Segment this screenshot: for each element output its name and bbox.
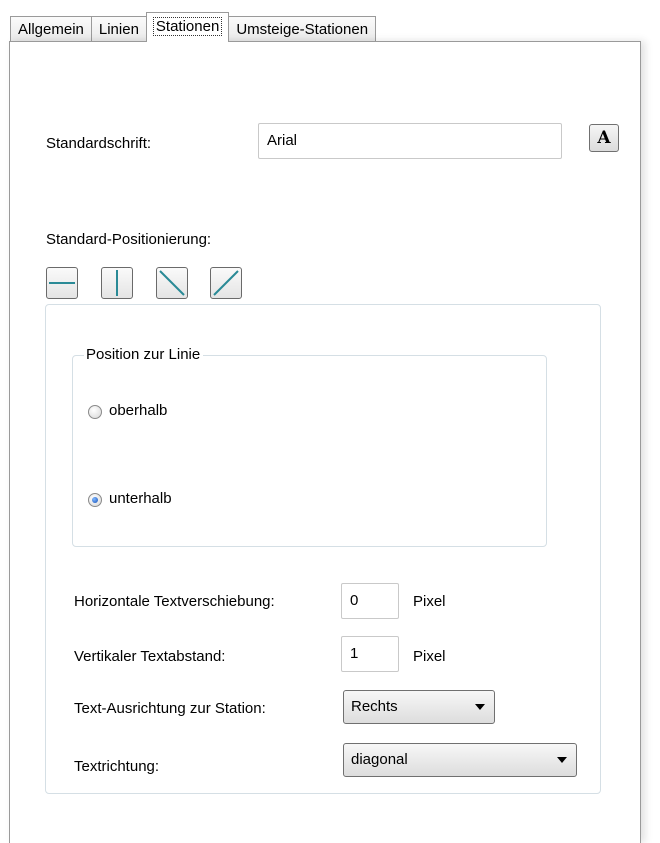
diagonal-down-icon — [159, 270, 185, 296]
radio-unterhalb[interactable] — [88, 493, 102, 507]
text-alignment-select[interactable]: Rechts — [343, 690, 495, 724]
text-direction-label: Textrichtung: — [74, 758, 160, 775]
chevron-down-icon — [475, 704, 485, 710]
tab-strip: Allgemein Linien Stationen Umsteige-Stat… — [10, 10, 377, 42]
tab-allgemein[interactable]: Allgemein — [10, 16, 92, 42]
text-alignment-value: Rechts — [351, 698, 398, 715]
radio-oberhalb[interactable] — [88, 405, 102, 419]
position-vertical-button[interactable] — [101, 267, 133, 299]
position-horizontal-button[interactable] — [46, 267, 78, 299]
horizontal-shift-field[interactable]: 0 — [341, 583, 399, 619]
position-diagonal-down-button[interactable] — [156, 267, 188, 299]
horizontal-line-icon — [49, 282, 75, 284]
tab-stationen[interactable]: Stationen — [145, 12, 230, 42]
text-direction-select[interactable]: diagonal — [343, 743, 577, 777]
position-to-line-legend: Position zur Linie — [84, 346, 204, 363]
position-diagonal-up-button[interactable] — [210, 267, 242, 299]
position-to-line-group — [72, 355, 547, 547]
radio-oberhalb-label[interactable]: oberhalb — [109, 402, 167, 419]
text-direction-value: diagonal — [351, 751, 408, 768]
text-alignment-label: Text-Ausrichtung zur Station: — [74, 700, 266, 717]
vertical-spacing-unit: Pixel — [413, 648, 446, 665]
tab-linien[interactable]: Linien — [90, 16, 147, 42]
vertical-line-icon — [116, 270, 118, 296]
vertical-spacing-field[interactable]: 1 — [341, 636, 399, 672]
horizontal-shift-unit: Pixel — [413, 593, 446, 610]
font-picker-button[interactable]: A — [589, 124, 619, 152]
vertical-spacing-label: Vertikaler Textabstand: — [74, 648, 226, 665]
horizontal-shift-label: Horizontale Textverschiebung: — [74, 593, 275, 610]
tab-umsteige-stationen[interactable]: Umsteige-Stationen — [228, 16, 377, 42]
tab-stationen-label: Stationen — [152, 17, 223, 36]
default-font-label: Standardschrift: — [46, 135, 152, 152]
chevron-down-icon — [557, 757, 567, 763]
diagonal-up-icon — [213, 270, 239, 296]
default-positioning-label: Standard-Positionierung: — [46, 231, 212, 248]
radio-unterhalb-label[interactable]: unterhalb — [109, 490, 172, 507]
default-font-field[interactable]: Arial — [258, 123, 562, 159]
